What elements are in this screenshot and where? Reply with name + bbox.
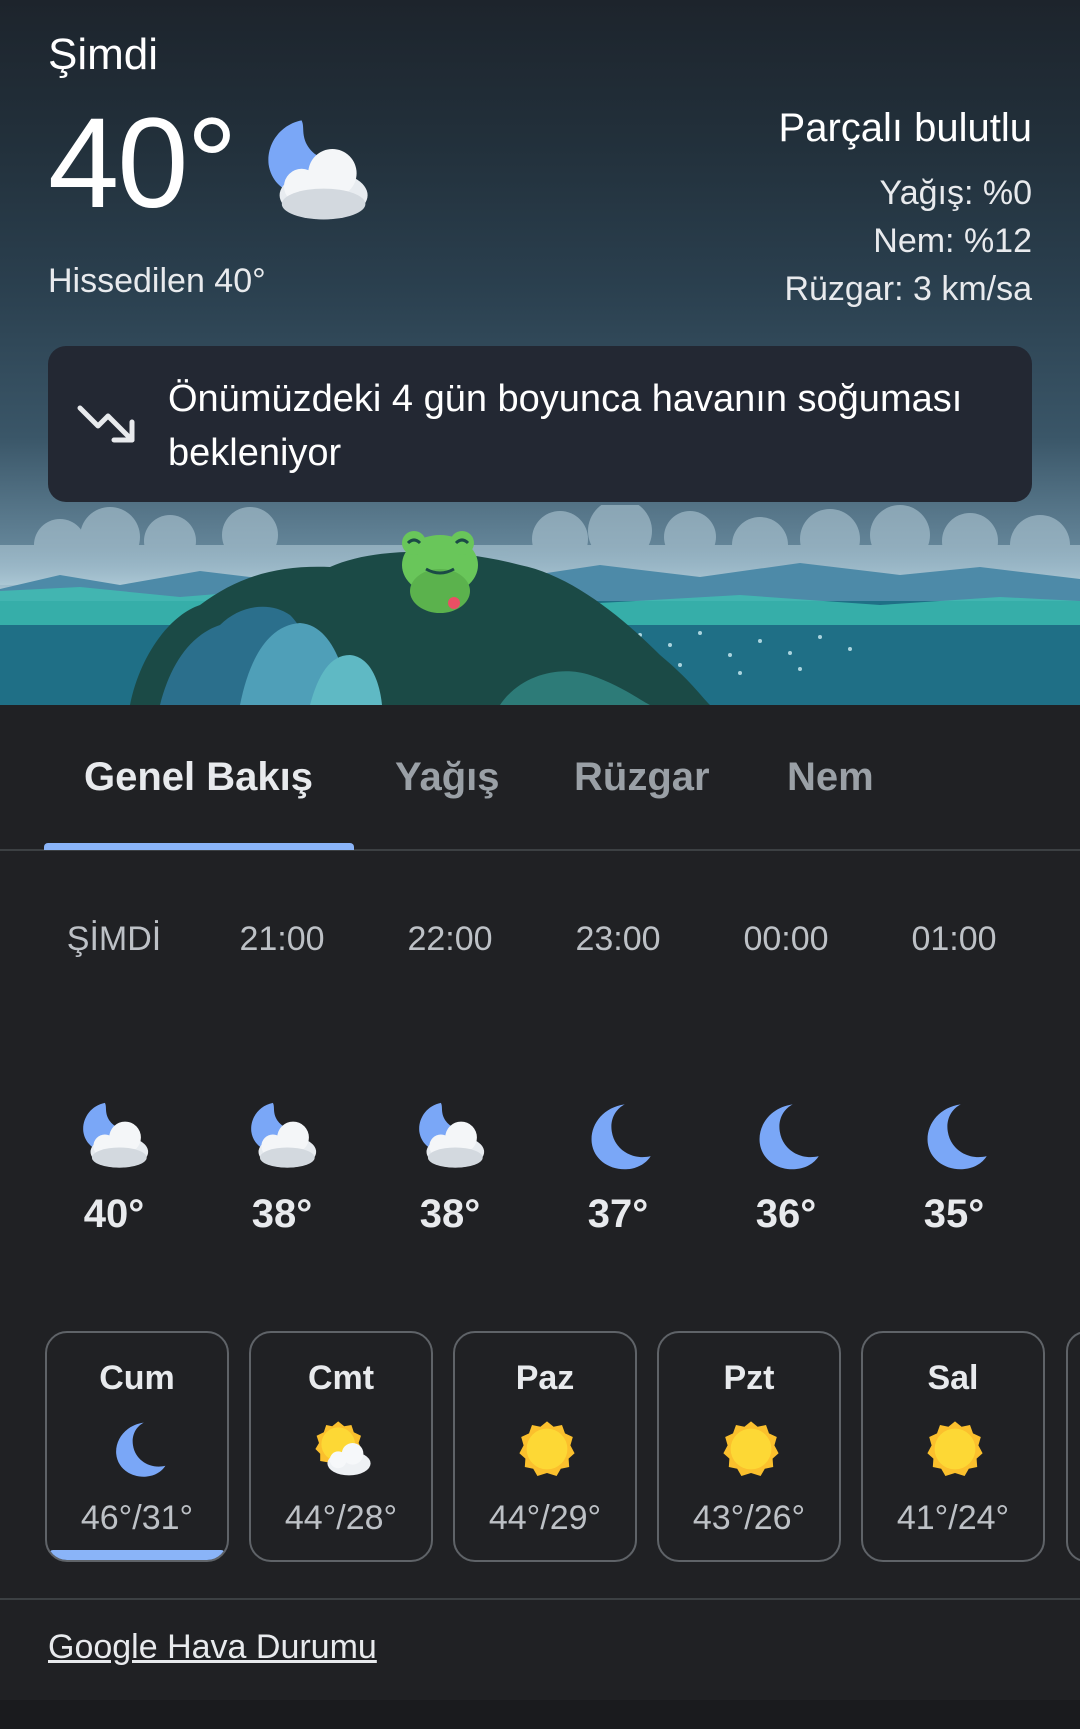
hour-temp: 36° (755, 1192, 817, 1236)
day-name: Sal (927, 1359, 979, 1397)
trending-down-icon (77, 405, 135, 443)
hourly-item: 23:00 37° (533, 920, 703, 1236)
day-temps: 41°/24° (896, 1499, 1010, 1537)
selected-day-indicator (49, 1550, 225, 1560)
current-temperature: 40° (48, 92, 238, 235)
moon-icon (751, 1100, 823, 1172)
bottom-strip (0, 1700, 1080, 1729)
humidity-label: Nem: %12 (873, 222, 1032, 260)
hour-temp: 38° (251, 1192, 313, 1236)
condition-label: Parçalı bulutlu (778, 106, 1032, 150)
landscape-illustration (0, 505, 1080, 705)
daily-card[interactable]: Pzt 43°/26° (657, 1331, 841, 1562)
tab-humidity[interactable]: Nem (787, 755, 874, 800)
daily-card-partial[interactable] (1066, 1331, 1080, 1562)
tab-precipitation[interactable]: Yağış (395, 755, 500, 800)
hour-label: 01:00 (911, 920, 997, 958)
divider (0, 1598, 1080, 1600)
daily-card[interactable]: Paz 44°/29° (453, 1331, 637, 1562)
sun-icon (925, 1419, 985, 1479)
day-temps: 44°/29° (488, 1499, 602, 1537)
feels-like-label: Hissedilen 40° (48, 262, 266, 300)
partly-cloudy-night-icon (247, 1100, 319, 1172)
hourly-item: ŞİMDİ 40° (29, 920, 199, 1236)
partly-cloudy-night-icon (262, 116, 372, 226)
day-temps: 46°/31° (80, 1499, 194, 1537)
google-weather-link[interactable]: Google Hava Durumu (48, 1628, 377, 1667)
hourly-item: 01:00 35° (869, 920, 1039, 1236)
hour-temp: 35° (923, 1192, 985, 1236)
now-label: Şimdi (48, 30, 159, 79)
tab-overview[interactable]: Genel Bakış (84, 755, 313, 800)
partly-cloudy-night-icon (79, 1100, 151, 1172)
partly-cloudy-icon (313, 1419, 373, 1479)
daily-card[interactable]: Cmt 44°/28° (249, 1331, 433, 1562)
tab-bar: Genel Bakış Yağış Rüzgar Nem (0, 705, 1080, 851)
partly-cloudy-night-icon (415, 1100, 487, 1172)
hourly-item: 00:00 36° (701, 920, 871, 1236)
day-temps: 44°/28° (284, 1499, 398, 1537)
alert-text: Önümüzdeki 4 gün boyunca havanın soğumas… (168, 378, 963, 474)
current-conditions-panel: Şimdi 40° Hissedilen 40° Parçalı bulutlu… (0, 0, 1080, 705)
hour-label: 23:00 (575, 920, 661, 958)
hour-label: ŞİMDİ (66, 920, 162, 958)
day-name: Cum (99, 1359, 175, 1397)
moon-icon (583, 1100, 655, 1172)
hourly-item: 22:00 38° (365, 920, 535, 1236)
hour-label: 00:00 (743, 920, 829, 958)
daily-card[interactable]: Sal 41°/24° (861, 1331, 1045, 1562)
moon-icon (919, 1100, 991, 1172)
hour-temp: 37° (587, 1192, 649, 1236)
hour-label: 21:00 (239, 920, 325, 958)
active-tab-indicator (44, 843, 354, 850)
sun-icon (517, 1419, 577, 1479)
day-temps: 43°/26° (692, 1499, 806, 1537)
moon-icon (109, 1419, 169, 1479)
day-name: Paz (515, 1359, 575, 1397)
hour-temp: 38° (419, 1192, 481, 1236)
day-name: Pzt (723, 1359, 775, 1397)
day-name: Cmt (307, 1359, 375, 1397)
hour-label: 22:00 (407, 920, 493, 958)
wind-label: Rüzgar: 3 km/sa (784, 270, 1032, 308)
forecast-alert-card[interactable]: Önümüzdeki 4 gün boyunca havanın soğumas… (48, 346, 1032, 502)
hour-temp: 40° (83, 1192, 145, 1236)
precipitation-label: Yağış: %0 (879, 174, 1032, 212)
daily-card-selected[interactable]: Cum 46°/31° (45, 1331, 229, 1562)
tab-wind[interactable]: Rüzgar (574, 755, 710, 800)
hourly-item: 21:00 38° (197, 920, 367, 1236)
sun-icon (721, 1419, 781, 1479)
